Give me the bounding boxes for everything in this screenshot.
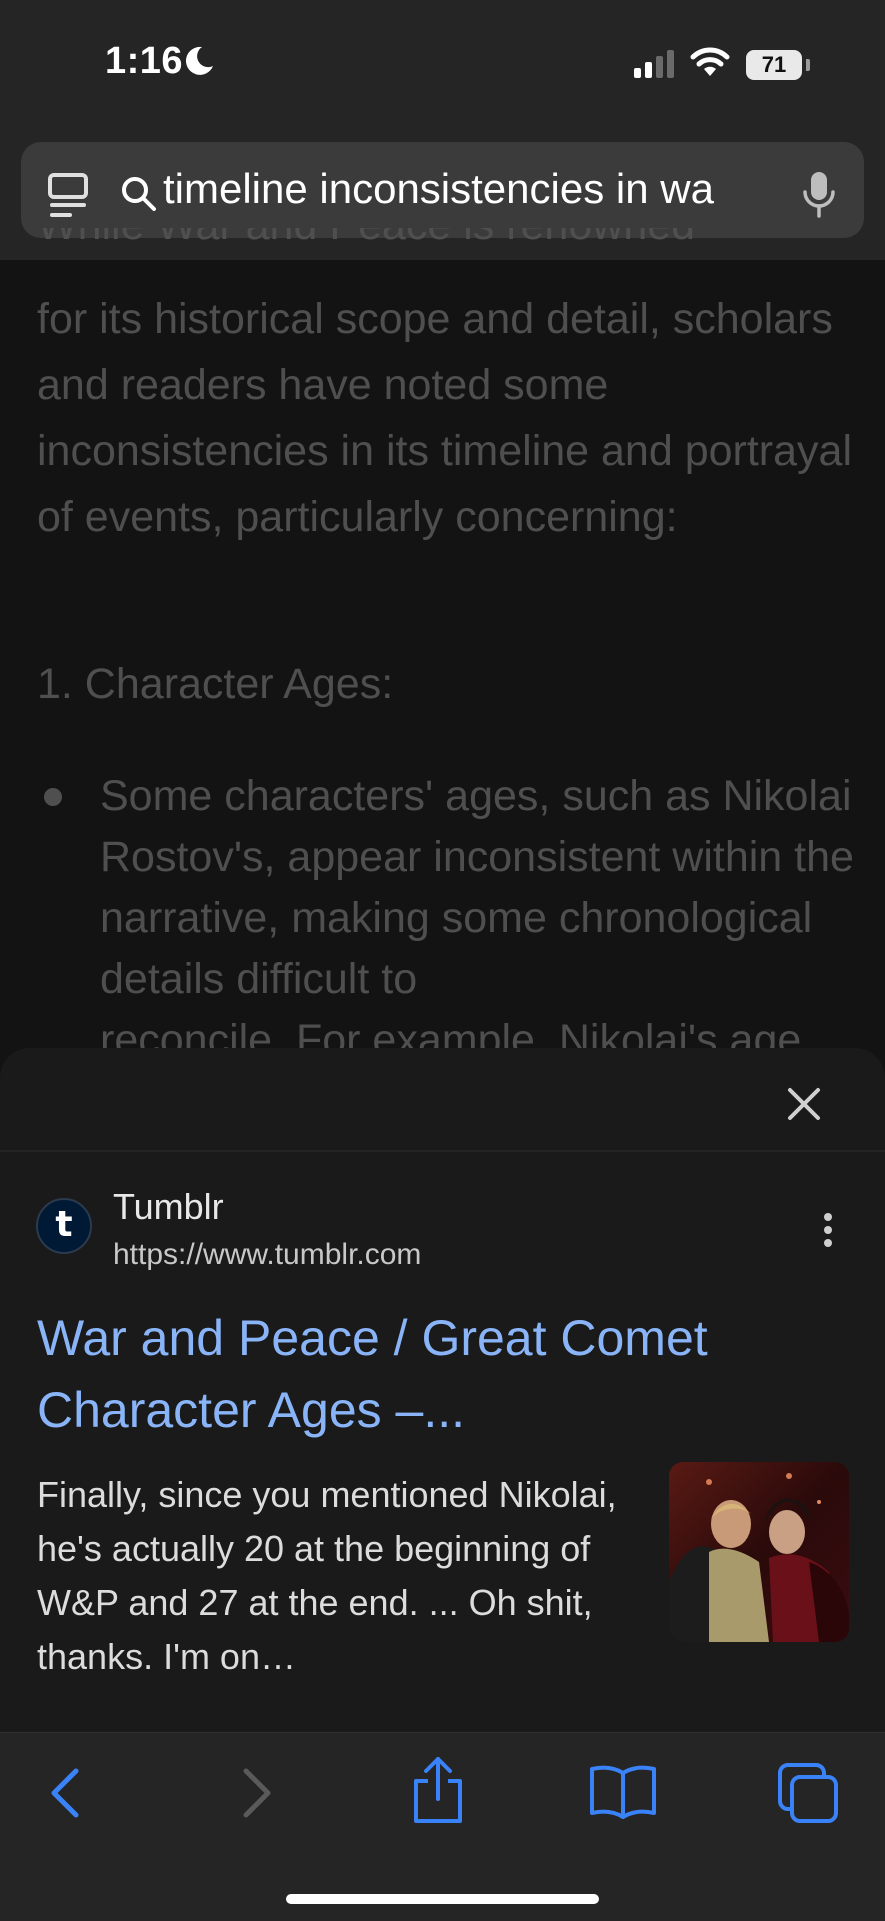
tabs-icon[interactable] xyxy=(776,1761,842,1825)
result-title-link[interactable]: War and Peace / Great Comet Character Ag… xyxy=(37,1302,837,1446)
moon-icon xyxy=(185,46,213,75)
more-vertical-icon[interactable] xyxy=(822,1212,834,1248)
cellular-signal-icon xyxy=(634,50,674,78)
home-indicator xyxy=(286,1894,599,1904)
result-site-url[interactable]: https://www.tumblr.com xyxy=(113,1238,421,1272)
battery-nub xyxy=(806,59,810,71)
url-fade xyxy=(733,165,793,215)
browser-toolbar xyxy=(0,1732,885,1921)
result-site-name[interactable]: Tumblr xyxy=(113,1186,224,1228)
chevron-left-icon[interactable] xyxy=(46,1765,86,1821)
share-icon[interactable] xyxy=(410,1755,466,1825)
result-thumbnail[interactable] xyxy=(669,1462,849,1642)
bullet-text: Some characters' ages, such as Nikolai R… xyxy=(100,772,854,1003)
sheet-divider xyxy=(0,1150,885,1152)
article-paragraph: for its historical scope and detail, sch… xyxy=(37,295,853,541)
chevron-right-icon[interactable] xyxy=(236,1765,276,1821)
search-query[interactable]: timeline inconsistencies in wa xyxy=(163,165,793,215)
status-bar: 1:16 71 xyxy=(0,0,885,130)
close-icon[interactable] xyxy=(784,1084,824,1124)
result-snippet: Finally, since you mentioned Nikolai, he… xyxy=(37,1474,617,1677)
book-icon[interactable] xyxy=(588,1763,658,1819)
search-icon xyxy=(122,177,156,211)
bullet-cut-line: reconcile. For example, Nikolai's age xyxy=(100,1010,860,1050)
article-cut-line-text: While War and Peace is renowned xyxy=(37,228,857,258)
article-cut-line: While War and Peace is renowned xyxy=(37,228,857,262)
bullet-cut-text: reconcile. For example, Nikolai's age xyxy=(100,1016,802,1050)
battery-indicator: 71 xyxy=(746,50,802,80)
address-bar[interactable]: timeline inconsistencies in wa xyxy=(21,142,864,238)
reader-icon[interactable] xyxy=(47,172,89,222)
article-heading: 1. Character Ages: xyxy=(37,660,394,708)
status-time: 1:16 xyxy=(105,40,184,82)
wifi-icon xyxy=(690,47,730,76)
bullet-dot xyxy=(44,788,62,806)
tumblr-favicon: t xyxy=(36,1198,92,1254)
mic-icon[interactable] xyxy=(801,170,837,220)
